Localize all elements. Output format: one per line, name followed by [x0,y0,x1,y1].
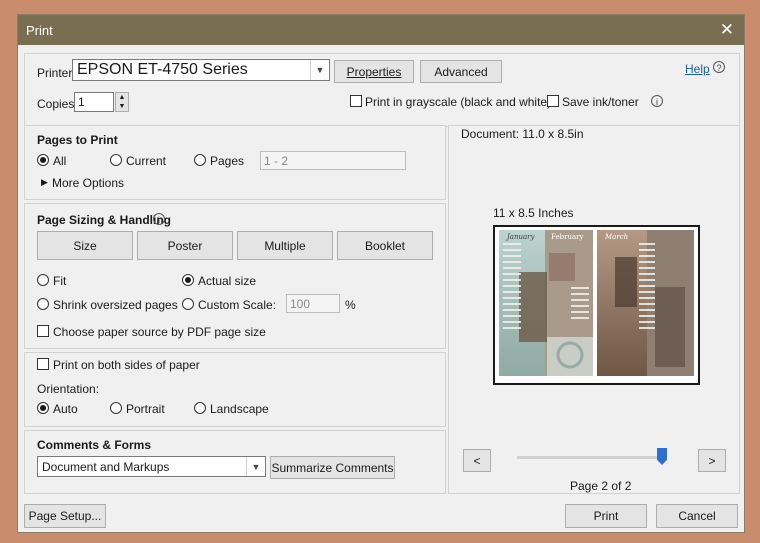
landscape-label: Landscape [210,402,269,416]
close-icon[interactable]: ✕ [720,20,734,40]
summarize-comments-button[interactable]: Summarize Comments [270,456,395,479]
thumb-month-january: January [505,233,536,241]
chevron-down-icon: ▼ [246,457,265,476]
percent-label: % [345,298,356,312]
copies-input[interactable]: 1 [74,92,114,112]
thumb-month-march: March [604,233,628,241]
all-label: All [53,154,67,168]
tab-poster[interactable]: Poster [137,231,233,260]
thumb-month-february: February [551,233,583,241]
page-setup-button[interactable]: Page Setup... [24,504,106,528]
save-ink-checkbox[interactable] [547,95,559,107]
actual-size-radio[interactable] [182,274,194,286]
paper-source-label: Choose paper source by PDF page size [53,325,266,339]
page-indicator: Page 2 of 2 [570,479,632,493]
tab-booklet[interactable]: Booklet [337,231,433,260]
info-icon[interactable]: i [651,95,663,107]
pages-radio[interactable] [194,154,206,166]
actual-size-label: Actual size [198,274,257,288]
tab-size[interactable]: Size [37,231,133,260]
custom-scale-radio[interactable] [182,298,194,310]
both-sides-label: Print on both sides of paper [53,358,200,372]
properties-button[interactable]: Properties [334,60,414,83]
title-bar: Print ✕ [18,15,744,45]
portrait-label: Portrait [126,402,165,416]
page-setup-label: Page Setup... [28,509,102,523]
print-button-label: Print [593,509,619,523]
copies-label: Copies: [37,97,78,111]
both-sides-checkbox[interactable] [37,358,49,370]
tab-multiple-label: Multiple [264,238,306,253]
tab-size-label: Size [73,238,97,253]
grayscale-label: Print in grayscale (black and white) [365,95,552,109]
dialog-title: Print [26,23,53,38]
help-link[interactable]: Help [685,62,710,76]
comments-forms-select[interactable]: Document and Markups ▼ [37,456,266,477]
comments-forms-value: Document and Markups [42,459,170,474]
previous-page-button[interactable]: < [463,449,491,472]
comments-forms-heading: Comments & Forms [37,438,152,452]
tab-booklet-label: Booklet [364,238,406,253]
landscape-radio[interactable] [194,402,206,414]
print-dialog: Print ✕ Printer: EPSON ET-4750 Series ▼ … [17,14,745,533]
caret-right-icon[interactable]: ▶ [41,177,48,188]
page-sizing-heading: Page Sizing & Handling [37,213,172,227]
more-options-label[interactable]: More Options [52,176,124,190]
save-ink-label: Save ink/toner [562,95,639,109]
cancel-button[interactable]: Cancel [656,504,738,528]
printer-select[interactable]: EPSON ET-4750 Series ▼ [72,59,330,81]
current-radio[interactable] [110,154,122,166]
next-page-button[interactable]: > [698,449,726,472]
paper-source-checkbox[interactable] [37,325,49,337]
current-label: Current [126,154,167,168]
tab-multiple[interactable]: Multiple [237,231,333,260]
tab-poster-label: Poster [167,238,203,253]
orientation-label: Orientation: [37,382,100,396]
portrait-radio[interactable] [110,402,122,414]
grayscale-checkbox[interactable] [350,95,362,107]
cancel-button-label: Cancel [678,509,716,523]
document-size-label: Document: 11.0 x 8.5in [461,127,584,141]
copies-stepper[interactable]: ▲ ▼ [115,92,129,112]
pages-range-input[interactable]: 1 - 2 [260,151,406,170]
chevron-left-icon: < [473,453,481,468]
page-thumbnail: January February March [499,230,694,376]
advanced-button[interactable]: Advanced [420,60,502,83]
auto-radio[interactable] [37,402,49,414]
shrink-radio[interactable] [37,298,49,310]
custom-scale-input[interactable]: 100 [286,294,340,313]
all-radio[interactable] [37,154,49,166]
page-preview: January February March [493,225,700,385]
custom-scale-label: Custom Scale: [198,298,277,312]
pages-to-print-heading: Pages to Print [37,133,118,147]
advanced-button-label: Advanced [434,64,488,79]
page-size-label: 11 x 8.5 Inches [493,206,574,220]
print-button[interactable]: Print [565,504,647,528]
printer-label: Printer: [37,66,76,80]
properties-button-label: Properties [346,64,402,79]
chevron-right-icon: > [708,453,716,468]
sizing-info-icon[interactable]: i [153,213,165,225]
pages-label: Pages [210,154,245,168]
printer-select-value: EPSON ET-4750 Series [77,61,248,78]
help-icon[interactable]: ? [713,61,725,73]
fit-label: Fit [53,274,67,288]
chevron-down-icon: ▼ [310,60,329,80]
fit-radio[interactable] [37,274,49,286]
shrink-label: Shrink oversized pages [53,298,178,312]
page-slider-track[interactable] [517,456,667,459]
summarize-comments-label: Summarize Comments [271,460,394,475]
auto-label: Auto [53,402,78,416]
